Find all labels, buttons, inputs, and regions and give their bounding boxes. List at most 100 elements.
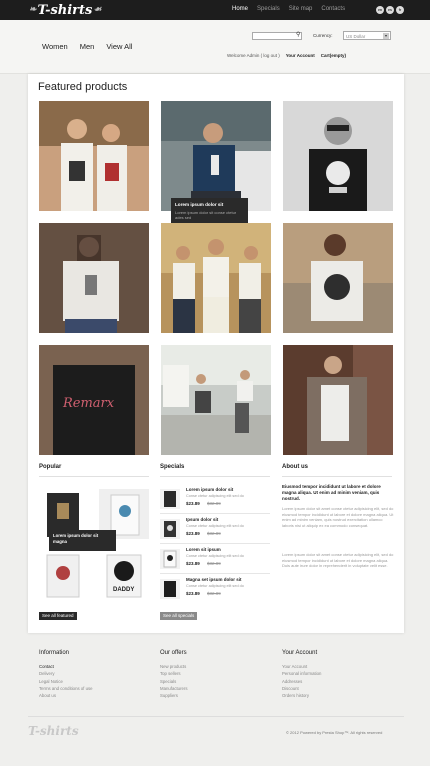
hover-title: Lorem ipsum dolor sit — [175, 202, 224, 207]
search-input[interactable] — [252, 32, 302, 40]
product-tile[interactable] — [283, 101, 393, 211]
hover-desc: Lorem ipsum dolor sit conse ctetur ades … — [175, 210, 237, 220]
see-all-featured-button[interactable]: See all featured — [39, 612, 77, 620]
product-tile[interactable]: Remarx — [39, 345, 149, 455]
special-desc: Conse ctetur adipiscing elit sed do — [186, 524, 244, 528]
about-title: About us — [282, 464, 308, 470]
special-item[interactable]: Lorem ipsum dolor sit Conse ctetur adipi… — [160, 487, 270, 514]
top-bar: ❧ T-shirts ☙ Home Specials Site map Cont… — [0, 0, 430, 20]
footer-link[interactable]: Your Account — [282, 664, 321, 669]
popular-product[interactable]: DADDY — [99, 549, 149, 599]
copyright: © 2012 Powered by Presta Shop™. All righ… — [286, 730, 383, 735]
popular-hover-box[interactable]: Lorem ipsum dolor sit magna — [49, 530, 116, 551]
footer-logo[interactable]: T-shirts — [28, 724, 79, 738]
cart-link[interactable]: Cart(empty) — [321, 53, 346, 58]
footer-link[interactable]: Delivery — [39, 671, 93, 676]
about-paragraph: Lorem ipsum dolor sit amet conse ctetur … — [282, 552, 394, 568]
about-paragraph: Lorem ipsum dolor sit amet conse ctetur … — [282, 506, 394, 528]
special-item[interactable]: Magna set ipsum dolor sit Conse ctetur a… — [160, 577, 270, 604]
divider — [160, 543, 270, 544]
lang-en[interactable]: en — [376, 6, 384, 14]
special-price: $23.89 — [186, 561, 200, 566]
footer-link[interactable]: Top sellers — [160, 671, 187, 676]
currency-select[interactable]: US Dollar ▾ — [343, 31, 391, 40]
divider — [160, 476, 270, 477]
special-title[interactable]: Lorem ipsum dolor sit — [186, 487, 233, 492]
footer-link[interactable]: Addresses — [282, 679, 321, 684]
special-old-price: $32.89 — [207, 591, 221, 596]
main-content: Featured products Lorem ipsum dolor sit … — [28, 74, 404, 633]
popular-title: Popular — [39, 464, 62, 470]
lang-fr[interactable]: fr — [396, 6, 404, 14]
footer-account: Your Account Your Account Personal infor… — [282, 650, 321, 700]
special-price: $23.89 — [186, 531, 200, 536]
footer-link[interactable]: Terms and conditions of use — [39, 686, 93, 691]
footer-link[interactable]: New products — [160, 664, 187, 669]
currency-value: US Dollar — [346, 34, 366, 39]
about-heading: Eiusmod tempor incididunt ut labore et d… — [282, 484, 381, 501]
special-thumb[interactable] — [160, 579, 180, 599]
specials-title: Specials — [160, 464, 185, 470]
svg-text:Remarx: Remarx — [62, 396, 115, 411]
footer-link[interactable]: Personal information — [282, 671, 321, 676]
product-tile[interactable] — [161, 345, 271, 455]
featured-title: Featured products — [38, 81, 128, 93]
special-item[interactable]: Ipsum dolor sit Conse ctetur adipiscing … — [160, 517, 270, 544]
lang-es[interactable]: es — [386, 6, 394, 14]
nav-specials[interactable]: Specials — [257, 6, 280, 12]
footer-heading: Information — [39, 650, 70, 656]
divider — [160, 513, 270, 514]
search-icon[interactable]: ⚲ — [296, 31, 300, 38]
special-thumb[interactable] — [160, 549, 180, 569]
logo[interactable]: ❧ T-shirts ☙ — [28, 2, 102, 18]
footer-information: Information Contact Delivery Legal Notic… — [39, 650, 93, 700]
see-all-specials-button[interactable]: See all specials — [160, 612, 198, 620]
welcome-text[interactable]: Welcome Admin ( log out ) — [227, 53, 280, 58]
divider — [282, 476, 392, 477]
nav-home[interactable]: Home — [232, 6, 248, 12]
special-title[interactable]: Lorem sit ipsum — [186, 547, 221, 552]
footer-heading: Your Account — [282, 650, 318, 656]
product-hover-box[interactable]: Lorem ipsum dolor sit Lorem ipsum dolor … — [171, 198, 248, 226]
special-desc: Conse ctetur adipiscing elit sed do — [186, 554, 244, 558]
special-desc: Conse ctetur adipiscing elit sed do — [186, 584, 244, 588]
currency-label: Currency: — [313, 33, 333, 38]
special-thumb[interactable] — [160, 489, 180, 509]
cat-men[interactable]: Men — [80, 42, 95, 51]
special-price: $23.89 — [186, 591, 200, 596]
popular-product[interactable] — [39, 549, 86, 599]
special-title[interactable]: Ipsum dolor sit — [186, 517, 218, 522]
footer-link[interactable]: Manufacturers — [160, 686, 187, 691]
footer-link[interactable]: About us — [39, 693, 93, 698]
product-tile[interactable] — [39, 101, 149, 211]
product-tile[interactable] — [161, 101, 271, 211]
wing-left-icon: ❧ — [29, 5, 37, 15]
special-thumb[interactable] — [160, 519, 180, 539]
special-item[interactable]: Lorem sit ipsum Conse ctetur adipiscing … — [160, 547, 270, 574]
nav-contacts[interactable]: Contacts — [321, 6, 345, 12]
footer-link[interactable]: Suppliers — [160, 693, 187, 698]
divider — [160, 573, 270, 574]
category-nav: Women Men View All — [42, 42, 132, 51]
footer-offers: Our offers New products Top sellers Spec… — [160, 650, 187, 700]
logo-text: T-shirts — [37, 2, 93, 18]
special-price: $23.89 — [186, 501, 200, 506]
your-account-link[interactable]: Your Account — [286, 53, 315, 58]
special-title[interactable]: Magna set ipsum dolor sit — [186, 577, 242, 582]
cat-women[interactable]: Women — [42, 42, 68, 51]
divider — [39, 476, 149, 477]
product-tile[interactable] — [283, 223, 393, 333]
product-tile[interactable] — [161, 223, 271, 333]
footer-link[interactable]: Legal Notice — [39, 679, 93, 684]
footer-link[interactable]: Contact — [39, 664, 93, 669]
header: Women Men View All ⚲ Currency: US Dollar… — [0, 20, 430, 74]
footer-link[interactable]: Discount — [282, 686, 321, 691]
footer-heading: Our offers — [160, 650, 187, 656]
product-tile[interactable] — [39, 223, 149, 333]
footer-link[interactable]: Orders history — [282, 693, 321, 698]
cat-view-all[interactable]: View All — [106, 42, 132, 51]
svg-text:DADDY: DADDY — [113, 587, 134, 593]
product-tile[interactable] — [283, 345, 393, 455]
footer-link[interactable]: Specials — [160, 679, 187, 684]
nav-sitemap[interactable]: Site map — [289, 6, 313, 12]
